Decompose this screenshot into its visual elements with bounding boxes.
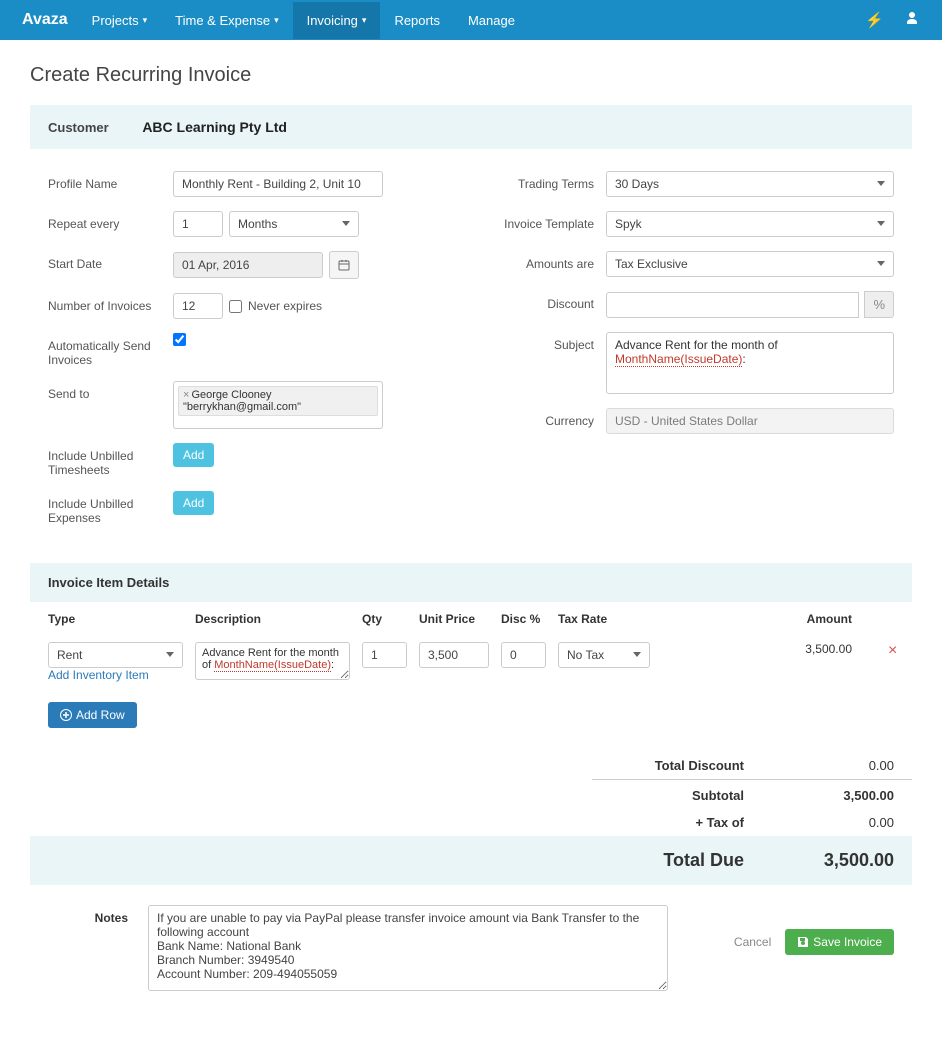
- save-icon: [797, 936, 809, 948]
- profile-name-label: Profile Name: [48, 171, 173, 191]
- tax-label: + Tax of: [614, 815, 774, 830]
- total-due-value: 3,500.00: [774, 850, 894, 871]
- calendar-icon: [338, 259, 350, 271]
- start-date-label: Start Date: [48, 251, 173, 271]
- plus-icon: [60, 709, 72, 721]
- item-type-select[interactable]: Rent: [48, 642, 183, 668]
- num-invoices-input[interactable]: [173, 293, 223, 319]
- template-select[interactable]: Spyk: [606, 211, 894, 237]
- brand-logo[interactable]: Avaza: [12, 11, 78, 29]
- repeat-unit-select[interactable]: Months: [229, 211, 359, 237]
- item-row: Rent Add Inventory Item Advance Rent for…: [30, 636, 912, 688]
- nav-time-expense[interactable]: Time & Expense▾: [161, 2, 292, 39]
- add-row-button[interactable]: Add Row: [48, 702, 137, 728]
- remove-chip-icon[interactable]: ×: [183, 389, 189, 401]
- percent-addon: %: [864, 291, 894, 318]
- lightning-icon[interactable]: ⚡: [855, 11, 894, 29]
- save-invoice-button[interactable]: Save Invoice: [785, 929, 894, 955]
- col-unit: Unit Price: [413, 602, 495, 636]
- user-icon[interactable]: [894, 10, 930, 30]
- auto-send-checkbox[interactable]: [173, 333, 186, 346]
- auto-send-label: Automatically Send Invoices: [48, 333, 173, 367]
- start-date-input[interactable]: [173, 252, 323, 278]
- items-header: Invoice Item Details: [30, 563, 912, 602]
- cancel-link[interactable]: Cancel: [734, 935, 771, 949]
- never-expires-checkbox[interactable]: [229, 300, 242, 313]
- caret-icon: ▾: [143, 15, 148, 26]
- item-desc-input[interactable]: Advance Rent for the month of MonthName(…: [195, 642, 350, 680]
- nav-reports[interactable]: Reports: [380, 2, 454, 39]
- amounts-select[interactable]: Tax Exclusive: [606, 251, 894, 277]
- subject-label: Subject: [491, 332, 606, 352]
- template-label: Invoice Template: [491, 211, 606, 231]
- item-disc-input[interactable]: [501, 642, 546, 668]
- never-expires-label: Never expires: [248, 299, 322, 313]
- col-amount: Amount: [656, 602, 882, 636]
- col-disc: Disc %: [495, 602, 552, 636]
- total-discount-label: Total Discount: [614, 758, 774, 773]
- unbilled-timesheets-label: Include Unbilled Timesheets: [48, 443, 173, 477]
- nav-manage[interactable]: Manage: [454, 2, 529, 39]
- num-invoices-label: Number of Invoices: [48, 293, 173, 313]
- item-tax-select[interactable]: No Tax: [558, 642, 650, 668]
- add-timesheets-button[interactable]: Add: [173, 443, 214, 467]
- subtotal-label: Subtotal: [614, 788, 774, 803]
- customer-header: Customer ABC Learning Pty Ltd: [30, 105, 912, 149]
- subtotal-value: 3,500.00: [774, 788, 894, 803]
- col-type: Type: [30, 602, 189, 636]
- nav-projects[interactable]: Projects▾: [78, 2, 162, 39]
- trading-terms-label: Trading Terms: [491, 171, 606, 191]
- add-expenses-button[interactable]: Add: [173, 491, 214, 515]
- unbilled-expenses-label: Include Unbilled Expenses: [48, 491, 173, 525]
- item-qty-input[interactable]: [362, 642, 407, 668]
- add-inventory-link[interactable]: Add Inventory Item: [48, 668, 149, 682]
- send-to-label: Send to: [48, 381, 173, 401]
- delete-row-icon[interactable]: ×: [888, 642, 897, 659]
- repeat-label: Repeat every: [48, 211, 173, 231]
- tax-value: 0.00: [774, 815, 894, 830]
- discount-input[interactable]: [606, 292, 859, 318]
- currency-select[interactable]: USD - United States Dollar: [606, 408, 894, 434]
- navbar: Avaza Projects▾ Time & Expense▾ Invoicin…: [0, 0, 942, 40]
- subject-input[interactable]: Advance Rent for the month of MonthName(…: [606, 332, 894, 394]
- page-title: Create Recurring Invoice: [30, 64, 912, 87]
- total-due-label: Total Due: [614, 850, 774, 871]
- calendar-button[interactable]: [329, 251, 359, 279]
- total-discount-value: 0.00: [774, 758, 894, 773]
- caret-icon: ▾: [362, 15, 367, 26]
- amounts-label: Amounts are: [491, 251, 606, 271]
- col-tax: Tax Rate: [552, 602, 656, 636]
- notes-input[interactable]: [148, 905, 668, 991]
- recipient-chip[interactable]: ×George Clooney "berrykhan@gmail.com": [178, 386, 378, 416]
- notes-label: Notes: [48, 905, 128, 925]
- item-unit-input[interactable]: [419, 642, 489, 668]
- send-to-input[interactable]: ×George Clooney "berrykhan@gmail.com": [173, 381, 383, 429]
- repeat-qty-input[interactable]: [173, 211, 223, 237]
- currency-label: Currency: [491, 408, 606, 428]
- col-qty: Qty: [356, 602, 413, 636]
- item-amount: 3,500.00: [656, 636, 882, 688]
- trading-terms-select[interactable]: 30 Days: [606, 171, 894, 197]
- customer-label: Customer: [48, 120, 109, 135]
- profile-name-input[interactable]: [173, 171, 383, 197]
- caret-icon: ▾: [274, 15, 279, 26]
- customer-name: ABC Learning Pty Ltd: [142, 119, 287, 135]
- items-table: Type Description Qty Unit Price Disc % T…: [30, 602, 912, 688]
- nav-invoicing[interactable]: Invoicing▾: [293, 2, 381, 39]
- discount-label: Discount: [491, 291, 606, 311]
- col-desc: Description: [189, 602, 356, 636]
